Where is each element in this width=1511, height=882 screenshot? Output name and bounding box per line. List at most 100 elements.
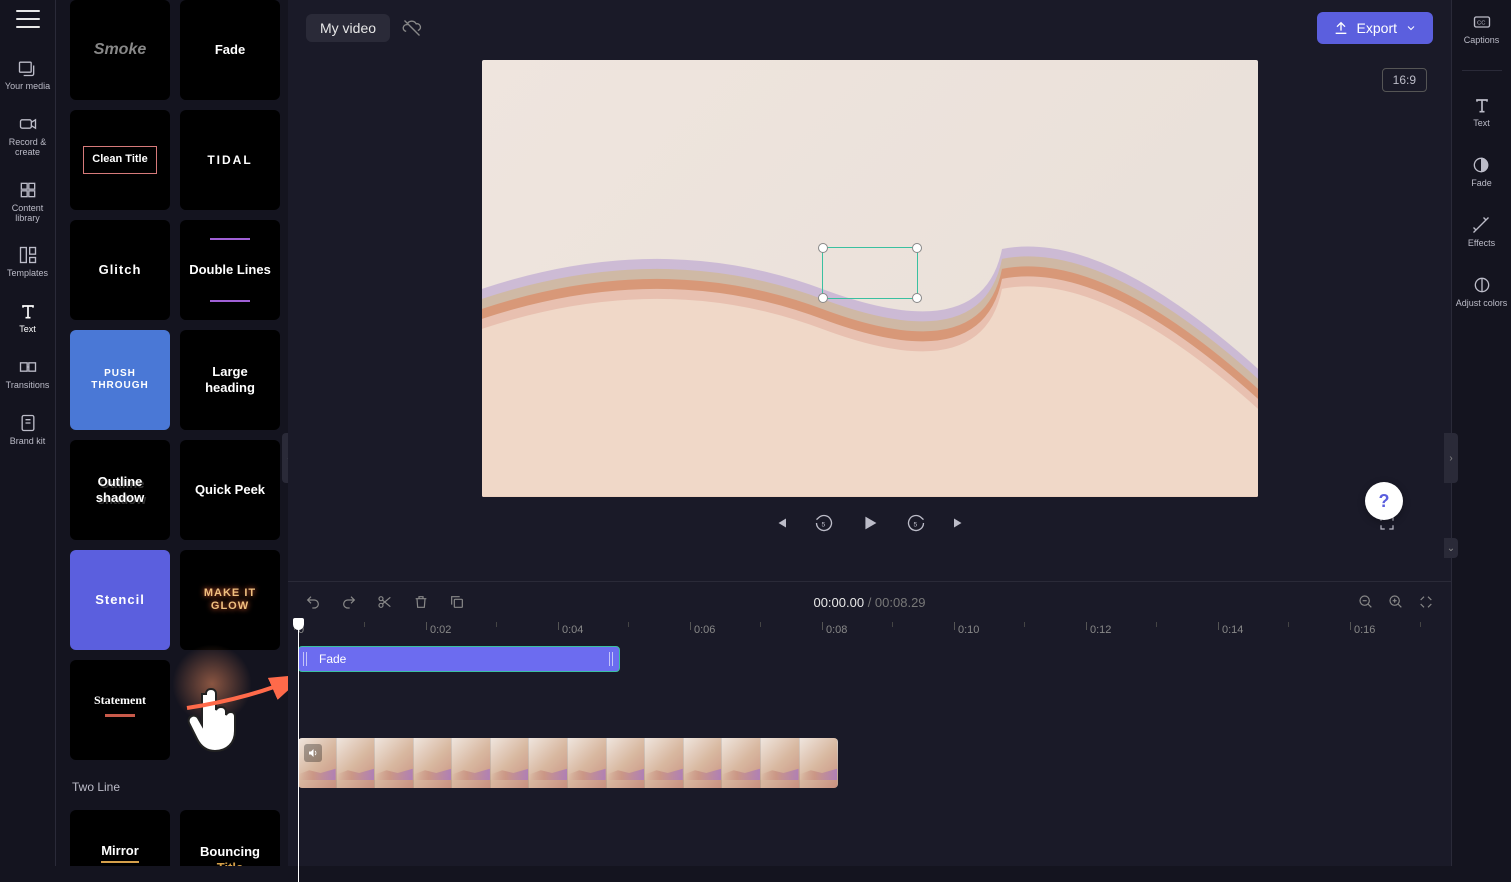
ruler-tick: 0:10: [958, 624, 979, 636]
text-icon: [18, 301, 38, 321]
preview-content: [482, 169, 1258, 497]
templates-icon: [18, 245, 38, 265]
nav-record-create[interactable]: Record & create: [0, 112, 55, 160]
delete-button[interactable]: [412, 593, 430, 611]
preset-tile-stencil[interactable]: Stencil: [70, 550, 170, 650]
brandkit-icon: [18, 413, 38, 433]
preset-tile-push-through[interactable]: PUSH THROUGH: [70, 330, 170, 430]
nav-label: Record & create: [0, 138, 55, 158]
timeline-tracks[interactable]: Fade: [288, 646, 1451, 866]
playhead[interactable]: [298, 622, 299, 882]
nav-templates[interactable]: Templates: [7, 243, 48, 281]
zoom-fit-button[interactable]: [1417, 593, 1435, 611]
prop-label: Effects: [1468, 239, 1495, 249]
text-clip[interactable]: Fade: [298, 646, 620, 672]
nav-brand-kit[interactable]: Brand kit: [10, 411, 46, 449]
prop-adjust-colors[interactable]: Adjust colors: [1456, 273, 1508, 311]
resize-handle-tr[interactable]: [912, 243, 922, 253]
svg-text:5: 5: [821, 521, 825, 528]
effects-icon: [1471, 215, 1491, 235]
preset-tile-outline-shadow[interactable]: Outline shadow: [70, 440, 170, 540]
redo-button[interactable]: [340, 593, 358, 611]
upload-icon: [1333, 20, 1349, 36]
preset-tile-bouncing[interactable]: Bouncing Title: [180, 810, 280, 866]
zoom-out-button[interactable]: [1357, 593, 1375, 611]
rewind-5-button[interactable]: 5: [814, 513, 834, 533]
prop-label: Fade: [1471, 179, 1492, 189]
nav-text[interactable]: Text: [18, 299, 38, 337]
section-two-line-label: Two Line: [72, 780, 280, 794]
audio-icon[interactable]: [304, 744, 322, 762]
text-presets-panel: Smoke Fade Clean Title TIDAL Glitch Doub…: [56, 0, 288, 866]
ruler-tick: 0:12: [1090, 624, 1111, 636]
media-icon: [17, 58, 37, 78]
resize-handle-br[interactable]: [912, 293, 922, 303]
export-button[interactable]: Export: [1317, 12, 1433, 44]
panel-collapse-right[interactable]: ›: [1444, 433, 1458, 483]
fade-icon: [1471, 155, 1491, 175]
prop-label: Text: [1473, 119, 1490, 129]
export-label: Export: [1357, 20, 1397, 36]
svg-text:CC: CC: [1477, 21, 1485, 27]
prop-fade[interactable]: Fade: [1471, 153, 1492, 191]
preview-area: 16:9 5 5: [288, 56, 1451, 581]
preset-tile-double-lines[interactable]: Double Lines: [180, 220, 280, 320]
clip-label: Fade: [319, 652, 346, 666]
adjust-icon: [1472, 275, 1492, 295]
nav-your-media[interactable]: Your media: [5, 56, 50, 94]
cloud-off-icon[interactable]: [402, 18, 422, 38]
prop-effects[interactable]: Effects: [1468, 213, 1495, 251]
preset-tile-tidal[interactable]: TIDAL: [180, 110, 280, 210]
playback-controls: 5 5: [288, 497, 1451, 543]
ruler-tick: 0:02: [430, 624, 451, 636]
prop-text[interactable]: Text: [1472, 93, 1492, 131]
preset-tile-smoke[interactable]: Smoke: [70, 0, 170, 100]
resize-handle-tl[interactable]: [818, 243, 828, 253]
prop-captions[interactable]: CC Captions: [1464, 10, 1500, 48]
help-button[interactable]: ?: [1365, 482, 1403, 520]
forward-5-button[interactable]: 5: [906, 513, 926, 533]
left-nav-rail: Your media Record & create Content libra…: [0, 0, 56, 866]
preset-tile-large-heading[interactable]: Large heading: [180, 330, 280, 430]
ruler-tick: 0:14: [1222, 624, 1243, 636]
nav-label: Text: [19, 325, 36, 335]
preset-tile-clean-title[interactable]: Clean Title: [70, 110, 170, 210]
play-button[interactable]: [858, 511, 882, 535]
video-clip[interactable]: [298, 738, 838, 788]
nav-content-library[interactable]: Content library: [0, 178, 55, 226]
nav-transitions[interactable]: Transitions: [6, 355, 50, 393]
duplicate-button[interactable]: [448, 593, 466, 611]
ruler-tick: 0:06: [694, 624, 715, 636]
split-button[interactable]: [376, 593, 394, 611]
panel-expand-down[interactable]: ⌄: [1444, 538, 1458, 558]
resize-handle-bl[interactable]: [818, 293, 828, 303]
aspect-ratio-selector[interactable]: 16:9: [1382, 68, 1427, 92]
skip-forward-button[interactable]: [950, 513, 970, 533]
preview-canvas[interactable]: [482, 60, 1258, 497]
menu-icon[interactable]: [16, 10, 40, 28]
preset-tile-mirror[interactable]: Mirror Title: [70, 810, 170, 866]
preset-tile-make-it-glow[interactable]: MAKE IT GLOW: [180, 550, 280, 650]
preset-tile-fade[interactable]: Fade: [180, 0, 280, 100]
svg-text:5: 5: [913, 521, 917, 528]
text-icon: [1472, 95, 1492, 115]
transitions-icon: [18, 357, 38, 377]
preset-tile-statement[interactable]: Statement: [70, 660, 170, 760]
nav-label: Transitions: [6, 381, 50, 391]
library-icon: [18, 180, 38, 200]
ruler-tick: 0:16: [1354, 624, 1375, 636]
preset-tile-glitch[interactable]: Glitch: [70, 220, 170, 320]
record-icon: [18, 114, 38, 134]
zoom-in-button[interactable]: [1387, 593, 1405, 611]
timeline-ruler[interactable]: 00:020:040:060:080:100:120:140:16: [288, 622, 1451, 646]
undo-button[interactable]: [304, 593, 322, 611]
preset-tile-quick-peek[interactable]: Quick Peek: [180, 440, 280, 540]
project-title[interactable]: My video: [306, 14, 390, 42]
top-bar: My video Export: [288, 0, 1451, 56]
right-properties-rail: CC Captions Text Fade Effects Adjust col…: [1451, 0, 1511, 866]
nav-label: Your media: [5, 82, 50, 92]
skip-back-button[interactable]: [770, 513, 790, 533]
nav-label: Content library: [0, 204, 55, 224]
selection-box[interactable]: [822, 247, 918, 299]
ruler-tick: 0:04: [562, 624, 583, 636]
